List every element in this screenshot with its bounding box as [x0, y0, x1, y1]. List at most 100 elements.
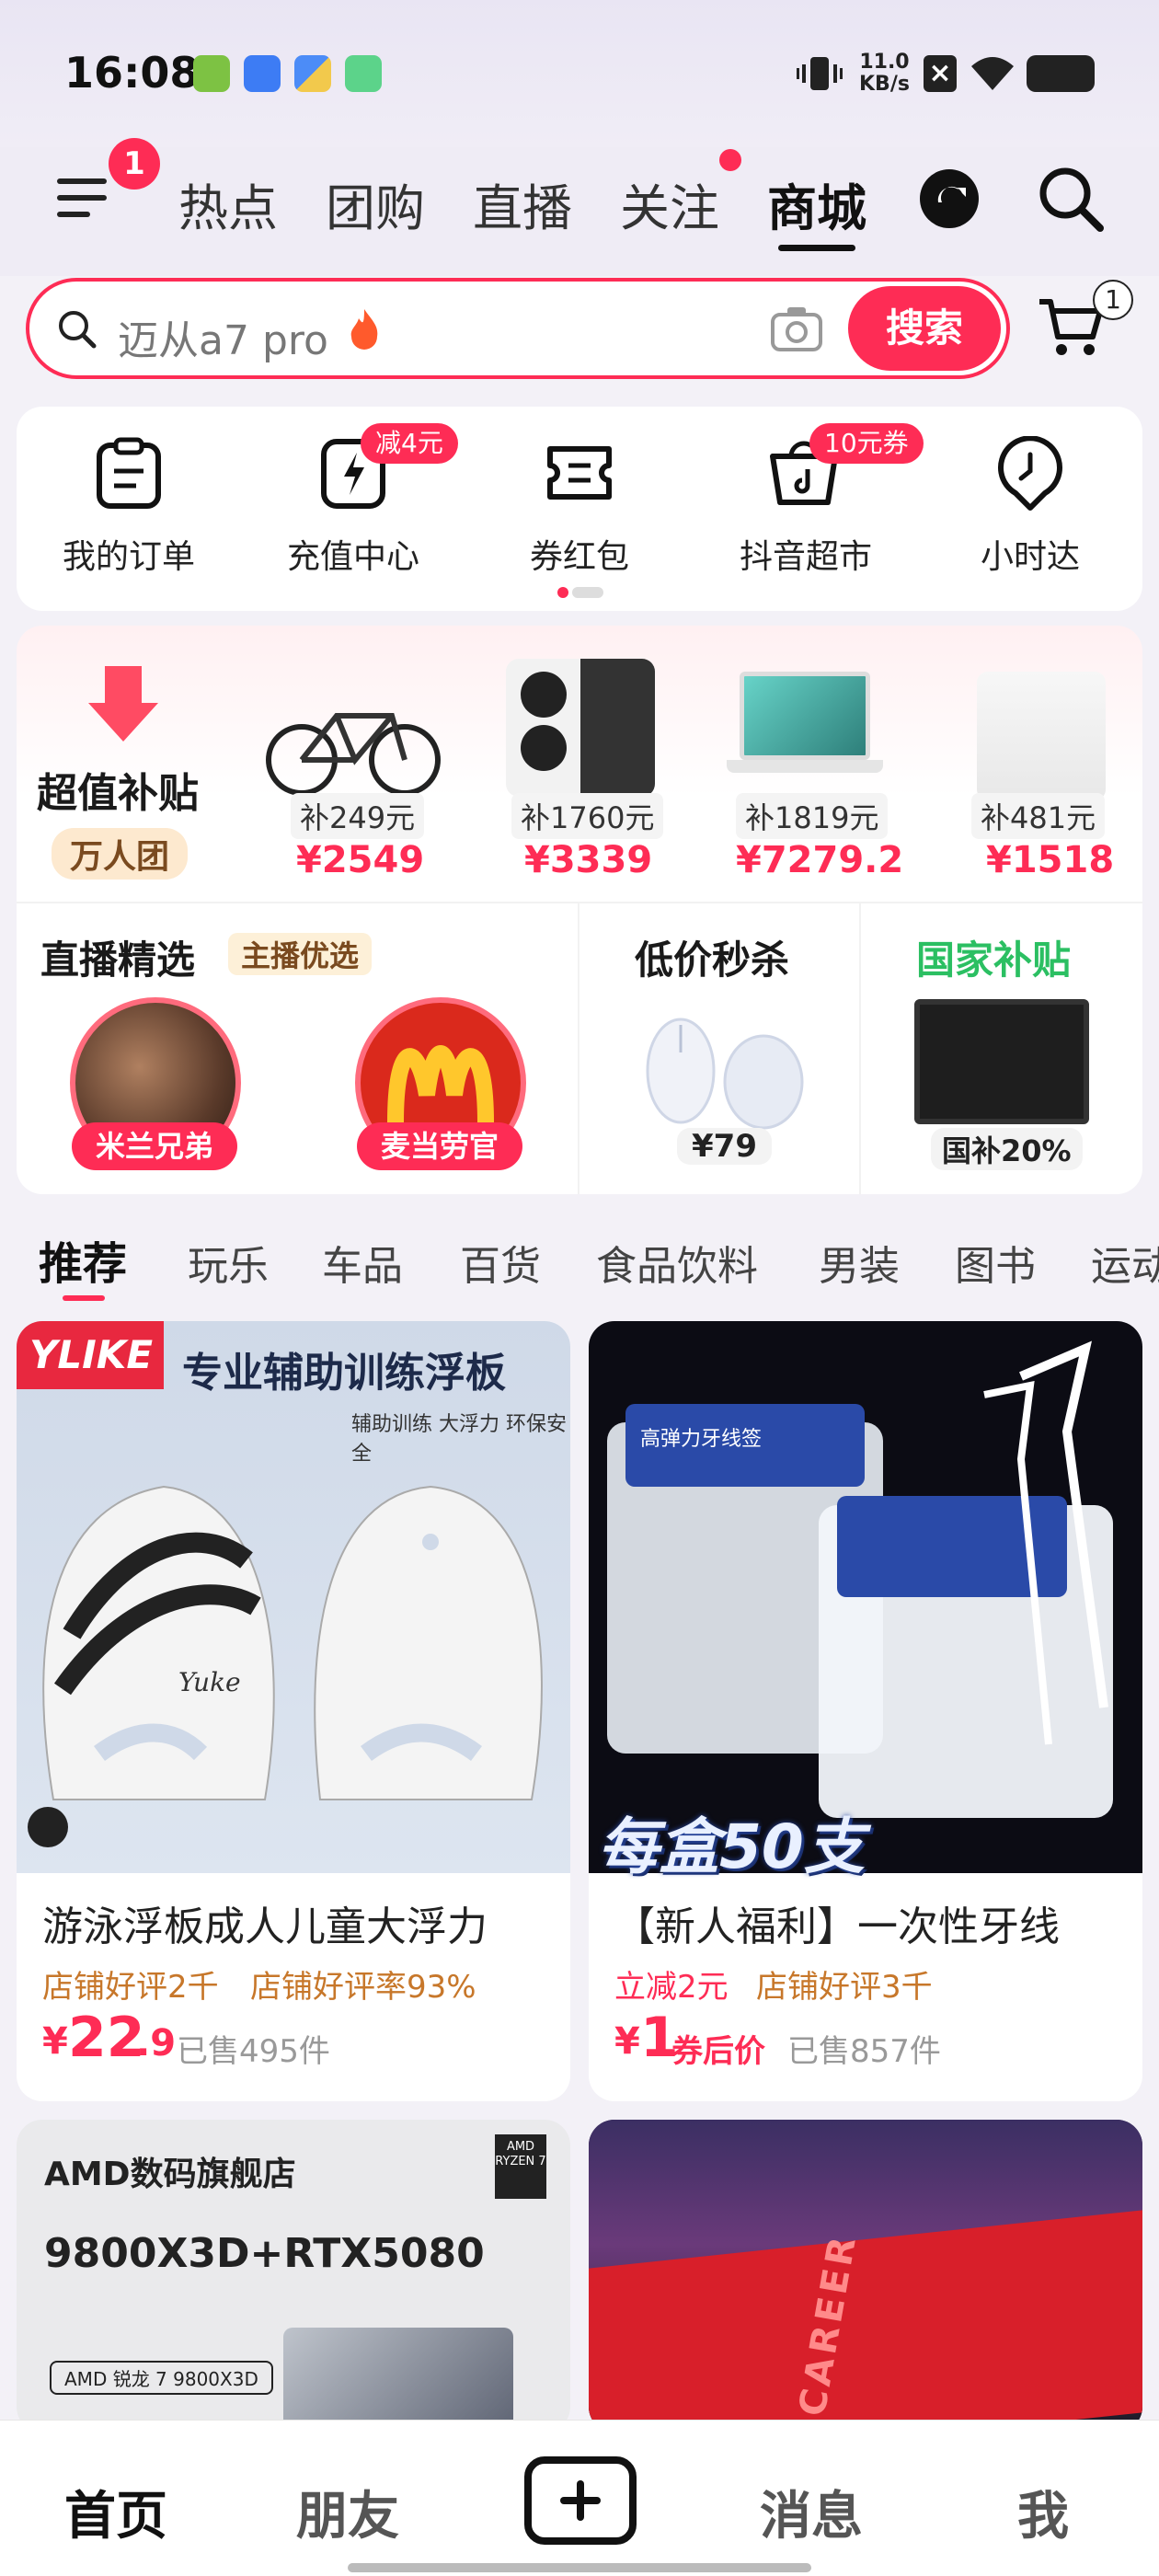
active-tab-indicator	[778, 245, 855, 251]
national-subsidy-title[interactable]: 国家补贴	[916, 929, 1071, 985]
price-decimal: .9	[136, 2022, 177, 2064]
product-image-laptop[interactable]	[727, 672, 883, 780]
category-tab-books[interactable]: 图书	[955, 1233, 1036, 1292]
product-image-gaming-mouse[interactable]	[635, 1016, 809, 1135]
search-input[interactable]: 迈从a7 pro	[118, 307, 328, 366]
product-meta: 立减2元	[614, 1969, 729, 2006]
following-dot	[719, 149, 741, 171]
image-headline: 9800X3D+RTX5080	[44, 2230, 485, 2277]
clock-location-icon[interactable]	[993, 435, 1067, 513]
top-header	[0, 147, 1159, 276]
category-tab-food[interactable]: 食品饮料	[596, 1233, 758, 1292]
page-indicator-active	[557, 587, 568, 598]
divider	[17, 902, 1142, 903]
status-time: 16:08	[64, 48, 200, 98]
net-speed: 11.0 KB/s	[859, 52, 910, 96]
divider	[859, 903, 861, 1194]
national-subsidy-tag: 国补20%	[931, 1128, 1083, 1170]
quick-menu-supermarket[interactable]: 抖音超市	[714, 530, 898, 578]
category-tab-general[interactable]: 百货	[460, 1233, 541, 1292]
product-image-road-bike[interactable]	[263, 688, 443, 799]
price-integer: 22	[68, 2006, 145, 2070]
quick-menu-hour-delivery[interactable]: 小时达	[938, 530, 1122, 578]
product-title[interactable]: 游泳浮板成人儿童大浮力	[42, 1893, 488, 1952]
product-meta: 店铺好评3千	[756, 1969, 933, 2006]
product-title[interactable]: 【新人福利】一次性牙线	[614, 1893, 1060, 1952]
recharge-badge: 减4元	[361, 423, 458, 464]
flash-sale-title[interactable]: 低价秒杀	[635, 929, 789, 985]
product-meta: 店铺好评2千	[42, 1969, 219, 2006]
search-field-icon	[55, 307, 99, 351]
image-logo: Yuke	[178, 1667, 241, 1697]
subsidy-price[interactable]: ¥3339	[524, 839, 652, 881]
tab-following[interactable]: 关注	[620, 167, 719, 240]
app-notification-icon	[294, 55, 331, 92]
quick-menu-coupons[interactable]: 券红包	[488, 530, 671, 578]
product-meta: 店铺好评率93%	[250, 1969, 476, 2006]
battery-icon	[1027, 55, 1095, 92]
subsidy-amount: 补249元	[291, 793, 425, 839]
image-chip-label: AMD 锐龙 7 9800X3D	[50, 2361, 273, 2395]
coupon-icon[interactable]	[543, 436, 616, 510]
divider	[578, 903, 580, 1194]
no-sim-icon: ×	[924, 55, 957, 92]
category-tab-play[interactable]: 玩乐	[188, 1233, 269, 1292]
subsidy-price[interactable]: ¥2549	[296, 839, 424, 881]
order-icon[interactable]	[94, 436, 164, 510]
subsidy-price[interactable]: ¥7279.2	[736, 839, 903, 881]
category-tab-menswear[interactable]: 男装	[819, 1233, 900, 1292]
category-tab-car[interactable]: 车品	[322, 1233, 403, 1292]
product-image-monitor[interactable]	[914, 999, 1089, 1124]
subsidy-price[interactable]: ¥1518	[986, 839, 1114, 881]
product-image-robot-vacuum-station[interactable]	[977, 672, 1106, 800]
page-indicator	[572, 587, 603, 598]
product-image-floss: 高弹力牙线签 每盒50支	[589, 1321, 1142, 1882]
menu-badge: 1	[109, 138, 160, 190]
tab-live[interactable]: 直播	[473, 167, 572, 240]
live-select-title: 直播精选	[40, 937, 196, 983]
price-currency: ¥	[42, 2020, 68, 2063]
nav-home[interactable]: 首页	[64, 2475, 167, 2549]
nav-friends[interactable]: 朋友	[296, 2475, 399, 2549]
product-image-pc-case	[283, 2328, 513, 2432]
image-headline: 专业辅助训练浮板	[182, 1350, 506, 1397]
search-button[interactable]: 搜索	[848, 286, 1001, 371]
camera-icon[interactable]	[769, 304, 824, 353]
plus-icon[interactable]	[524, 2456, 637, 2545]
product-image-smartphone[interactable]	[506, 659, 655, 797]
image-brand: YLIKE	[17, 1321, 164, 1389]
nav-me[interactable]: 我	[1017, 2475, 1069, 2549]
switch-icon[interactable]	[920, 169, 979, 228]
search-icon[interactable]	[1034, 162, 1107, 236]
tab-mall[interactable]: 商城	[767, 167, 866, 240]
host-name[interactable]: 米兰兄弟	[72, 1122, 237, 1170]
product-card[interactable]: CAREER	[589, 2120, 1142, 2432]
nav-messages[interactable]: 消息	[760, 2475, 863, 2549]
host-name[interactable]: 麦当劳官	[357, 1122, 522, 1170]
image-brand-box: AMD RYZEN 7	[495, 2134, 546, 2199]
product-card[interactable]: 高弹力牙线签 每盒50支 【新人福利】一次性牙线 立减2元 店铺好评3千 ¥ 1…	[589, 1321, 1142, 2101]
price-currency: ¥	[614, 2020, 640, 2063]
product-image-kickboard: YLIKE 专业辅助训练浮板 辅助训练 大浮力 环保安全 Yuke	[17, 1321, 570, 1873]
net-speed-value: 11.0	[859, 51, 910, 74]
supermarket-badge: 10元券	[809, 423, 924, 464]
quick-menu-orders[interactable]: 我的订单	[37, 530, 221, 578]
sold-count: 已售495件	[177, 2033, 330, 2070]
subsidy-amount: 补1760元	[511, 793, 664, 839]
tab-hot[interactable]: 热点	[178, 167, 278, 240]
category-tab-recommend[interactable]: 推荐	[39, 1227, 127, 1292]
product-card[interactable]: YLIKE 专业辅助训练浮板 辅助训练 大浮力 环保安全 Yuke 游泳浮板成人…	[17, 1321, 570, 2101]
menu-icon[interactable]	[57, 173, 112, 223]
fire-icon	[346, 307, 383, 351]
product-card[interactable]: AMD数码旗舰店 AMD RYZEN 7 9800X3D+RTX5080 AMD…	[17, 2120, 570, 2432]
category-active-indicator	[63, 1295, 105, 1301]
home-indicator	[348, 2563, 811, 2572]
category-tab-sports[interactable]: 运动	[1091, 1233, 1159, 1292]
price-note: 券后价	[671, 2033, 765, 2070]
cart-badge: 1	[1093, 280, 1133, 320]
tab-group-buy[interactable]: 团购	[326, 167, 425, 240]
quick-menu-recharge[interactable]: 充值中心	[261, 530, 445, 578]
app-notification-icon	[193, 55, 230, 92]
live-select-tag: 主播优选	[228, 933, 373, 975]
subsidy-title: 超值补贴	[37, 770, 199, 817]
